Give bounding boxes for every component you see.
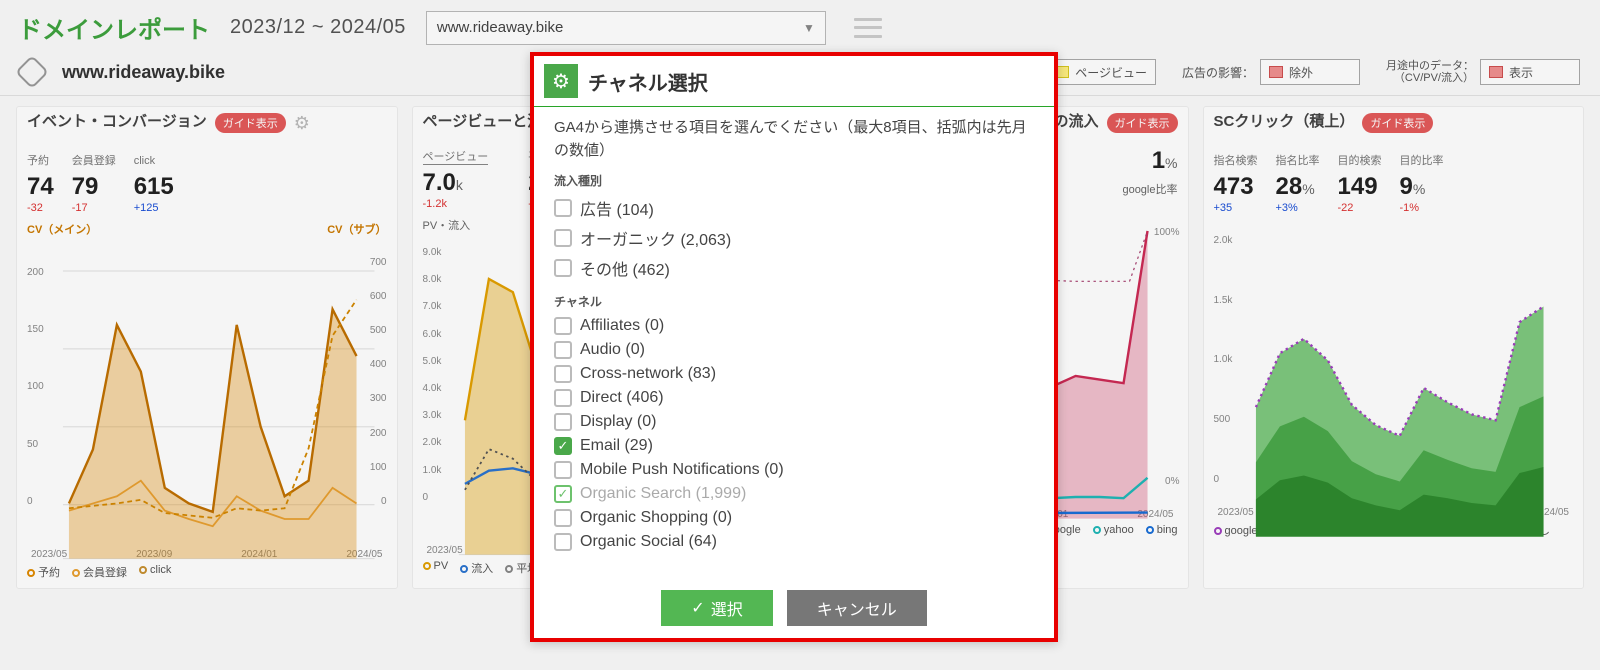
checkbox-icon bbox=[554, 341, 572, 359]
option-label: Direct (406) bbox=[580, 389, 664, 407]
option-label: Organic Search (1,999) bbox=[580, 485, 746, 503]
checkbox-icon: ✓ bbox=[554, 485, 572, 503]
channel-option[interactable]: Mobile Push Notifications (0) bbox=[554, 458, 1034, 482]
channel-option[interactable]: Cross-network (83) bbox=[554, 362, 1034, 386]
checkbox-icon bbox=[554, 533, 572, 551]
channel-option[interactable]: Direct (406) bbox=[554, 386, 1034, 410]
option-label: オーガニック (2,063) bbox=[580, 226, 731, 250]
cancel-button[interactable]: キャンセル bbox=[787, 590, 927, 626]
gear-icon: ⚙ bbox=[544, 64, 578, 98]
channel-option[interactable]: 広告 (104) bbox=[554, 193, 1034, 223]
option-label: Organic Shopping (0) bbox=[580, 509, 732, 527]
checkbox-icon bbox=[554, 317, 572, 335]
checkbox-icon bbox=[554, 365, 572, 383]
channel-option[interactable]: オーガニック (2,063) bbox=[554, 223, 1034, 253]
option-label: 広告 (104) bbox=[580, 196, 654, 220]
checkbox-icon bbox=[554, 413, 572, 431]
channel-option[interactable]: Organic Shopping (0) bbox=[554, 506, 1034, 530]
option-label: Audio (0) bbox=[580, 341, 645, 359]
channel-option[interactable]: その他 (462) bbox=[554, 253, 1034, 283]
select-button[interactable]: ✓選択 bbox=[661, 590, 772, 626]
channel-option[interactable]: ✓ Email (29) bbox=[554, 434, 1034, 458]
checkbox-icon bbox=[554, 461, 572, 479]
channel-option: ✓ Organic Search (1,999) bbox=[554, 482, 1034, 506]
checkbox-icon bbox=[554, 229, 572, 247]
option-label: Affiliates (0) bbox=[580, 317, 664, 335]
checkbox-icon bbox=[554, 509, 572, 527]
group-label: チャネル bbox=[554, 293, 1034, 310]
group-label: 流入種別 bbox=[554, 172, 1034, 189]
channel-option[interactable]: Audio (0) bbox=[554, 338, 1034, 362]
modal-title: チャネル選択 bbox=[588, 67, 708, 96]
check-icon: ✓ bbox=[691, 598, 704, 618]
channel-option[interactable]: Display (0) bbox=[554, 410, 1034, 434]
channel-select-modal: ⚙ チャネル選択 GA4から連携させる項目を選んでください（最大8項目、括弧内は… bbox=[530, 52, 1058, 642]
option-label: Cross-network (83) bbox=[580, 365, 716, 383]
option-label: Mobile Push Notifications (0) bbox=[580, 461, 784, 479]
channel-option[interactable]: Affiliates (0) bbox=[554, 314, 1034, 338]
modal-description: GA4から連携させる項目を選んでください（最大8項目、括弧内は先月の数値） bbox=[554, 117, 1034, 162]
checkbox-icon bbox=[554, 199, 572, 217]
option-label: Email (29) bbox=[580, 437, 653, 455]
option-label: Organic Social (64) bbox=[580, 533, 717, 551]
channel-option[interactable]: Organic Social (64) bbox=[554, 530, 1034, 554]
checkbox-icon: ✓ bbox=[554, 437, 572, 455]
option-label: Display (0) bbox=[580, 413, 656, 431]
option-label: その他 (462) bbox=[580, 256, 670, 280]
checkbox-icon bbox=[554, 389, 572, 407]
checkbox-icon bbox=[554, 259, 572, 277]
